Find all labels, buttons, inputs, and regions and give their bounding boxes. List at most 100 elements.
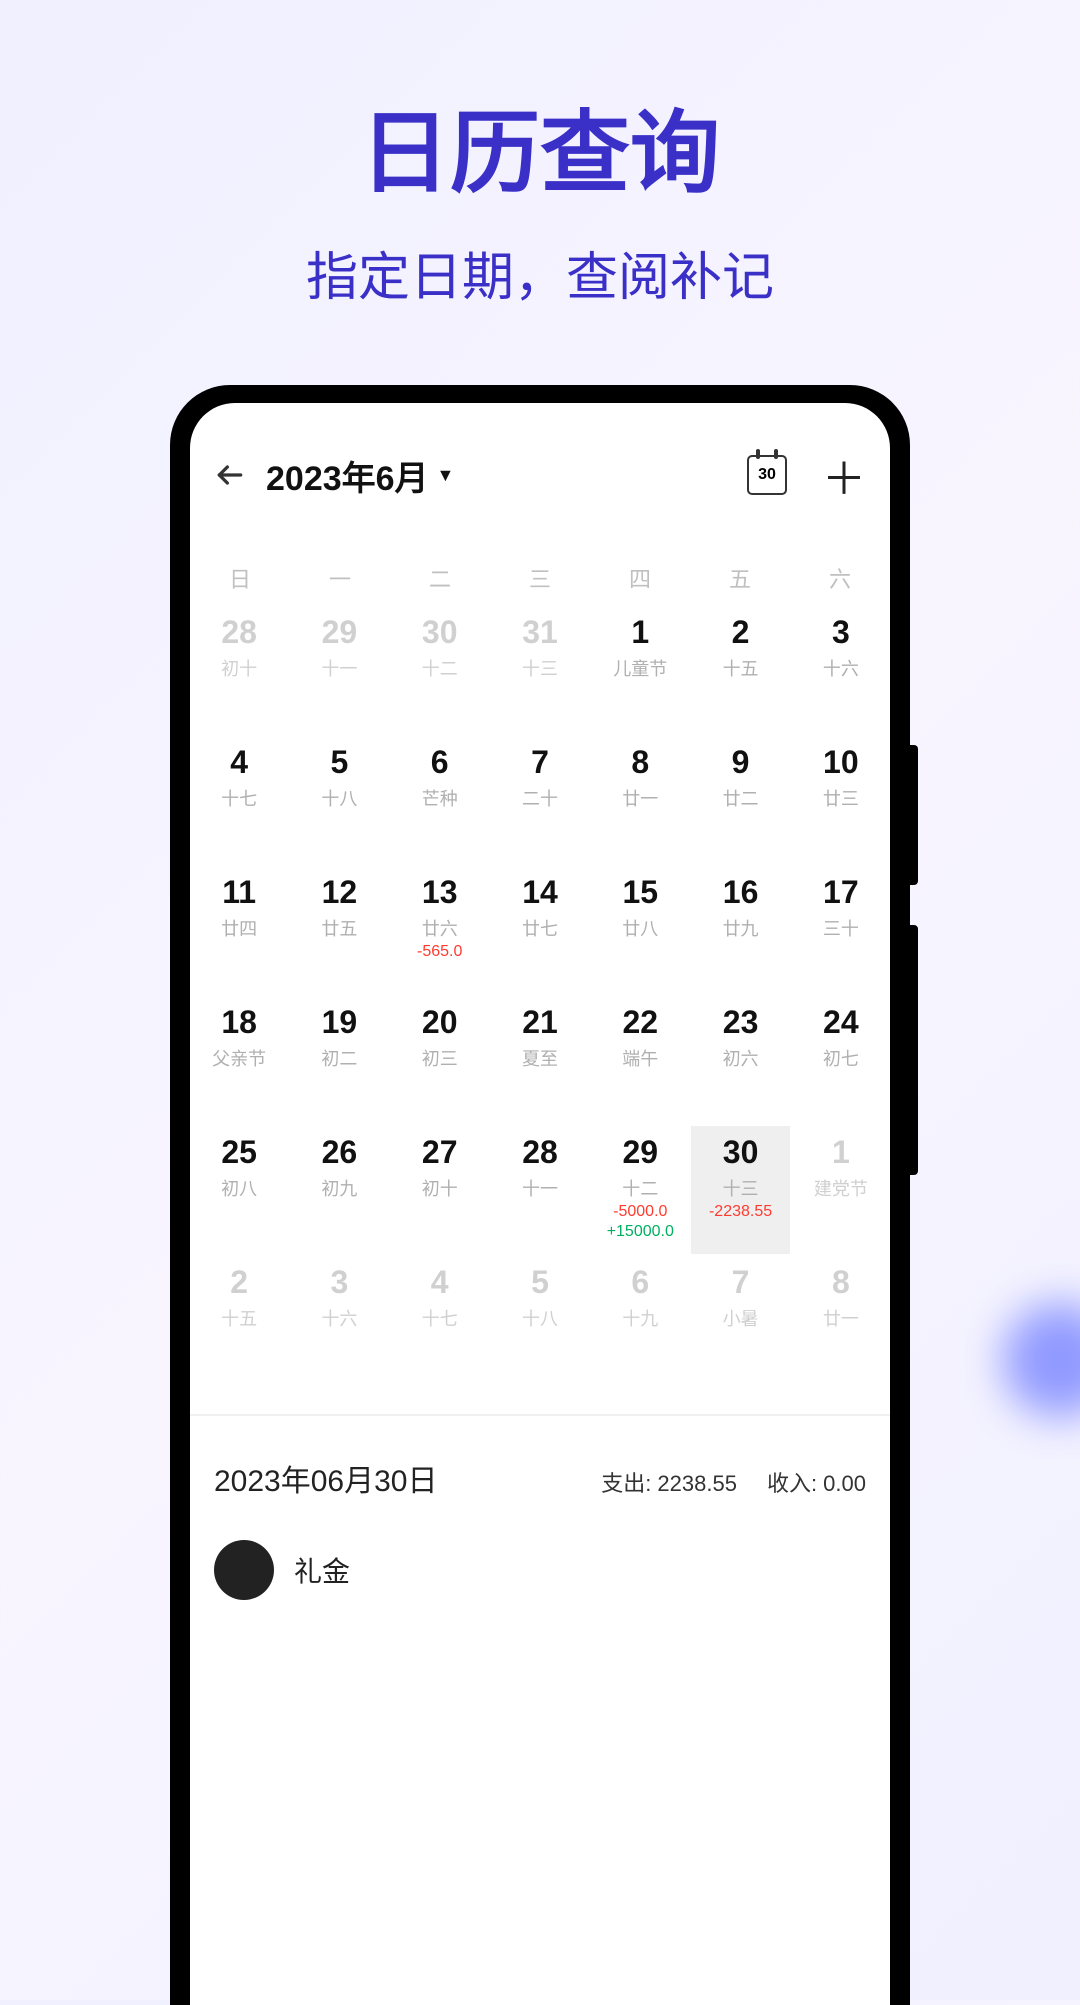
calendar-lunar-label: 建党节	[814, 1175, 868, 1201]
entry-category-label: 礼金	[294, 1550, 350, 1590]
calendar-cell[interactable]: 7小暑	[691, 1256, 789, 1384]
calendar-day-number: 21	[522, 1004, 558, 1041]
calendar-cell[interactable]: 29十一	[290, 606, 388, 734]
calendar-cell[interactable]: 31十三	[491, 606, 589, 734]
app-header: 2023年6月 ▼ 30 ＋	[190, 403, 890, 527]
calendar-cell[interactable]: 10廿三	[792, 736, 890, 864]
calendar-cell[interactable]: 21夏至	[491, 996, 589, 1124]
weekday-tue: 二	[390, 562, 490, 594]
calendar-cell[interactable]: 24 初七	[792, 996, 890, 1124]
calendar-cell[interactable]: 5十八	[290, 736, 388, 864]
calendar-lunar-label: 十一	[522, 1175, 558, 1201]
calendar-lunar-label: 十六	[321, 1305, 357, 1331]
calendar-day-number: 27	[422, 1134, 458, 1171]
calendar-cell[interactable]: 29十二-5000.0+15000.0	[591, 1126, 689, 1254]
calendar-lunar-label: 二十	[522, 785, 558, 811]
calendar-lunar-label: 十九	[622, 1305, 658, 1331]
calendar-cell[interactable]: 2十五	[691, 606, 789, 734]
calendar-day-number: 8	[832, 1264, 850, 1301]
calendar-day-number: 19	[322, 1004, 358, 1041]
calendar-lunar-label: 三十	[823, 915, 859, 941]
calendar-cell[interactable]: 11廿四	[190, 866, 288, 994]
day-summary-row: 2023年06月30日 支出: 2238.55 收入: 0.00	[190, 1416, 890, 1520]
calendar-lunar-label: 初三	[422, 1045, 458, 1071]
calendar-cell[interactable]: 18父亲节	[190, 996, 288, 1124]
calendar-day-number: 22	[622, 1004, 658, 1041]
calendar-cell[interactable]: 3十六	[792, 606, 890, 734]
calendar-cell[interactable]: 30十二	[391, 606, 489, 734]
calendar-cell[interactable]: 12廿五	[290, 866, 388, 994]
calendar-day-number: 16	[723, 874, 759, 911]
weekday-fri: 五	[690, 562, 790, 594]
calendar-cell[interactable]: 15廿八	[591, 866, 689, 994]
calendar-cell[interactable]: 14廿七	[491, 866, 589, 994]
calendar-lunar-label: 芒种	[422, 785, 458, 811]
calendar-cell[interactable]: 26初九	[290, 1126, 388, 1254]
calendar-cell[interactable]: 7 二十	[491, 736, 589, 864]
month-selector[interactable]: 2023年6月 ▼	[266, 451, 727, 500]
today-date-badge: 30	[758, 466, 776, 484]
weekday-wed: 三	[490, 562, 590, 594]
calendar-day-number: 24	[823, 1004, 859, 1041]
add-button[interactable]: ＋	[822, 443, 866, 507]
calendar-lunar-label: 十五	[221, 1305, 257, 1331]
transaction-entry[interactable]: 礼金	[190, 1520, 890, 1620]
calendar-cell[interactable]: 6 十九	[591, 1256, 689, 1384]
calendar-cell[interactable]: 1儿童节	[591, 606, 689, 734]
back-button[interactable]	[214, 459, 246, 491]
calendar-cell[interactable]: 5十八	[491, 1256, 589, 1384]
calendar-lunar-label: 廿二	[723, 785, 759, 811]
calendar-cell[interactable]: 25初八	[190, 1126, 288, 1254]
calendar-lunar-label: 初八	[221, 1175, 257, 1201]
calendar-cell[interactable]: 28十一	[491, 1126, 589, 1254]
weekday-header: 日 一 二 三 四 五 六	[190, 527, 890, 606]
weekday-mon: 一	[290, 562, 390, 594]
calendar-cell[interactable]: 3十六	[290, 1256, 388, 1384]
calendar-lunar-label: 十八	[321, 785, 357, 811]
calendar-cell[interactable]: 4十七	[391, 1256, 489, 1384]
weekday-sat: 六	[790, 562, 890, 594]
calendar-cell[interactable]: 8 廿一	[591, 736, 689, 864]
calendar-lunar-label: 廿五	[321, 915, 357, 941]
summary-date: 2023年06月30日	[214, 1456, 571, 1500]
calendar-cell[interactable]: 1建党节	[792, 1126, 890, 1254]
calendar-day-number: 20	[422, 1004, 458, 1041]
calendar-day-number: 9	[732, 744, 750, 781]
calendar-cell[interactable]: 17三十	[792, 866, 890, 994]
calendar-lunar-label: 廿一	[823, 1305, 859, 1331]
calendar-cell[interactable]: 2 十五	[190, 1256, 288, 1384]
calendar-lunar-label: 初六	[723, 1045, 759, 1071]
calendar-day-number: 8	[631, 744, 649, 781]
calendar-day-number: 28	[221, 614, 257, 651]
calendar-lunar-label: 端午	[622, 1045, 658, 1071]
calendar-cell[interactable]: 19初二	[290, 996, 388, 1124]
calendar-cell[interactable]: 28初十	[190, 606, 288, 734]
calendar-day-number: 2	[732, 614, 750, 651]
calendar-day-number: 3	[832, 614, 850, 651]
calendar-cell[interactable]: 23初六	[691, 996, 789, 1124]
today-button[interactable]: 30	[747, 455, 787, 495]
calendar-lunar-label: 父亲节	[212, 1045, 266, 1071]
calendar-cell[interactable]: 13廿六-565.0	[391, 866, 489, 994]
calendar-lunar-label: 十七	[221, 785, 257, 811]
calendar-cell[interactable]: 16廿九	[691, 866, 789, 994]
calendar-cell[interactable]: 27初十	[391, 1126, 489, 1254]
calendar-cell[interactable]: 8 廿一	[792, 1256, 890, 1384]
calendar-cell[interactable]: 9 廿二	[691, 736, 789, 864]
calendar-lunar-label: 廿七	[522, 915, 558, 941]
chevron-down-icon: ▼	[437, 465, 455, 486]
calendar-expense-amount: -5000.0	[613, 1203, 667, 1221]
calendar-cell[interactable]: 20 初三	[391, 996, 489, 1124]
calendar-day-number: 31	[522, 614, 558, 651]
calendar-cell[interactable]: 4十七	[190, 736, 288, 864]
summary-expense: 支出: 2238.55	[601, 1466, 737, 1498]
calendar-lunar-label: 廿八	[622, 915, 658, 941]
calendar-day-number: 7	[531, 744, 549, 781]
calendar-day-number: 2	[230, 1264, 248, 1301]
calendar-day-number: 6	[631, 1264, 649, 1301]
calendar-lunar-label: 初七	[823, 1045, 859, 1071]
calendar-cell[interactable]: 30十三-2238.55	[691, 1126, 789, 1254]
calendar-cell[interactable]: 22 端午	[591, 996, 689, 1124]
calendar-lunar-label: 廿一	[622, 785, 658, 811]
calendar-cell[interactable]: 6芒种	[391, 736, 489, 864]
